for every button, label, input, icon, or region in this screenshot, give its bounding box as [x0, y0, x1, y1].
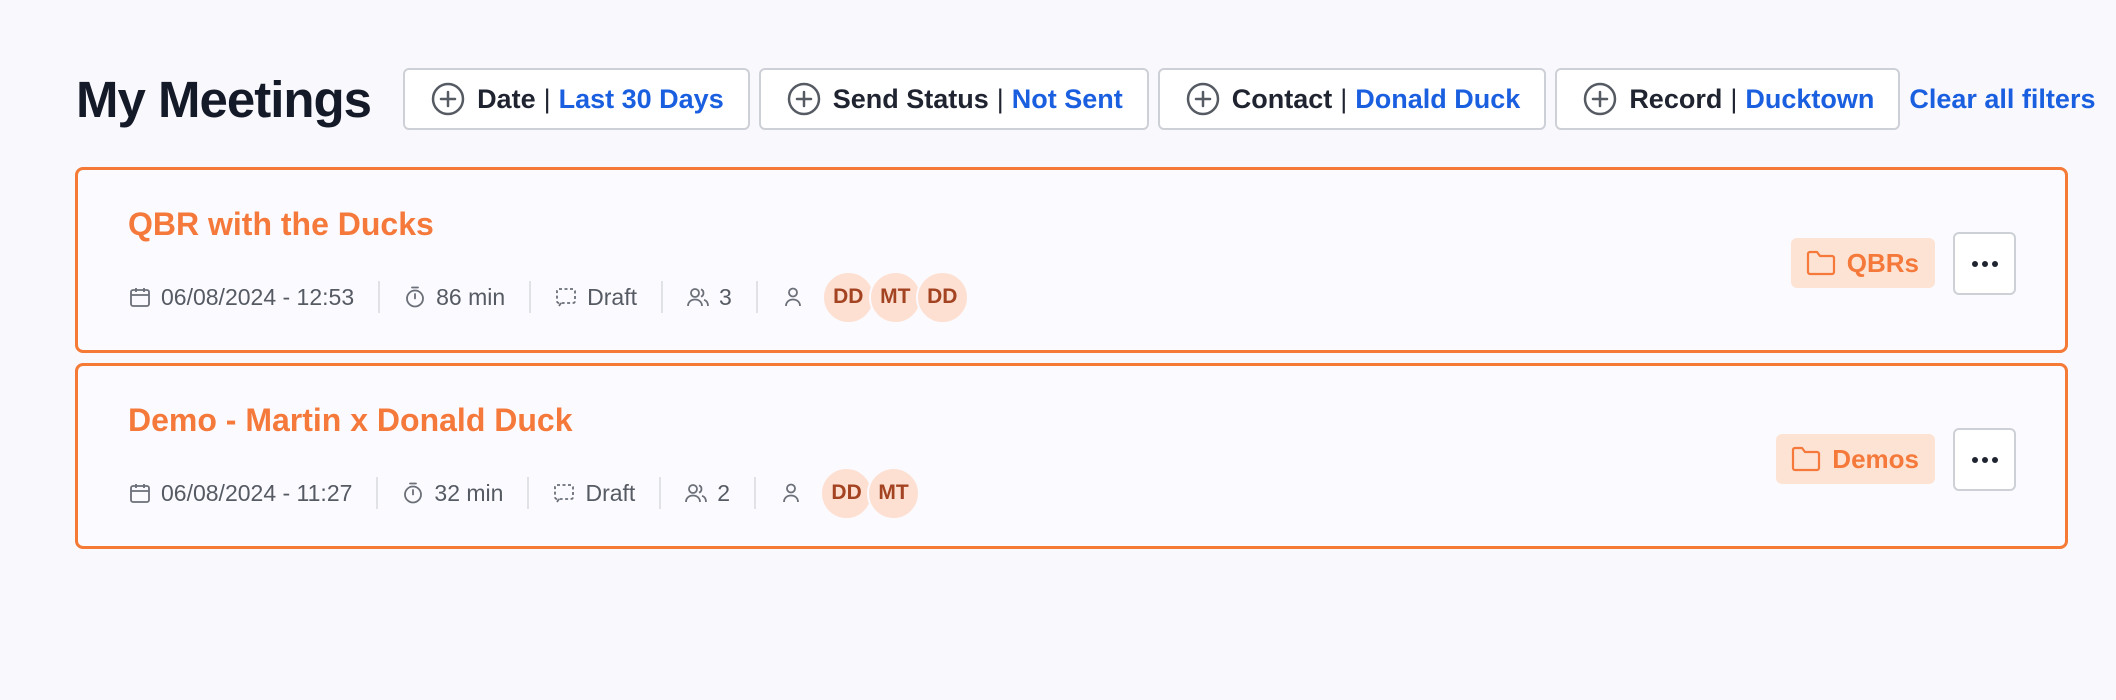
stopwatch-icon [406, 286, 425, 308]
filter-record[interactable]: Record | Ducktown [1555, 68, 1901, 130]
meeting-duration-text: 86 min [436, 283, 506, 310]
plus-circle-icon [431, 82, 465, 116]
filter-value: Not Sent [1011, 83, 1123, 114]
meeting-date: 06/08/2024 - 11:27 [129, 480, 352, 507]
avatar[interactable]: DD [821, 270, 875, 324]
folder-icon [1806, 250, 1835, 276]
meeting-attendees: DD MT DD [782, 270, 969, 324]
meeting-participants: 3 [687, 284, 732, 311]
draft-icon [556, 288, 577, 307]
page-title: My Meetings [76, 70, 372, 128]
meeting-duration: 32 min [402, 480, 503, 507]
filter-value: Ducktown [1745, 83, 1875, 114]
divider [376, 477, 379, 509]
meeting-title[interactable]: Demo - Martin x Donald Duck [128, 402, 573, 439]
filter-name: Contact [1231, 83, 1333, 114]
folder-tag[interactable]: QBRs [1790, 238, 1935, 288]
page-header: My Meetings Date | Last 30 Days Send Statu… [76, 66, 2095, 132]
participant-count: 3 [719, 283, 732, 310]
divider [661, 281, 663, 313]
more-horizontal-icon [1971, 260, 1998, 267]
filter-name: Send Status [832, 83, 989, 114]
filter-name: Date [477, 83, 536, 114]
more-horizontal-icon [1971, 456, 1998, 463]
plus-circle-icon [1186, 82, 1220, 116]
avatar[interactable]: DD [820, 466, 874, 520]
folder-tag-label: Demos [1832, 443, 1919, 474]
meeting-datetime: 06/08/2024 - 12:53 [161, 283, 355, 310]
meeting-meta: 06/08/2024 - 12:53 86 min Draft 3 DD MT … [129, 270, 969, 324]
divider [659, 477, 662, 509]
meeting-duration: 86 min [404, 284, 505, 311]
calendar-icon [130, 484, 150, 503]
stopwatch-icon [404, 482, 423, 504]
filter-send-status[interactable]: Send Status | Not Sent [758, 68, 1149, 130]
meeting-attendees: DD MT [780, 466, 921, 520]
plus-circle-icon [787, 82, 820, 116]
filter-value: Donald Duck [1355, 83, 1521, 114]
meeting-status-text: Draft [587, 283, 637, 310]
divider [754, 477, 757, 509]
folder-icon [1792, 446, 1821, 472]
folder-tag[interactable]: Demos [1776, 434, 1935, 484]
participant-count: 2 [717, 479, 731, 506]
avatar[interactable]: MT [867, 466, 921, 520]
filter-date[interactable]: Date | Last 30 Days [403, 68, 750, 130]
users-icon [687, 288, 709, 307]
more-options-button[interactable] [1953, 232, 2016, 295]
avatar[interactable]: DD [915, 270, 969, 324]
users-icon [685, 484, 708, 503]
meeting-status: Draft [555, 284, 637, 311]
filter-separator: | [1730, 83, 1738, 114]
meeting-status: Draft [553, 480, 635, 507]
attendee-avatars: DD MT [820, 466, 921, 520]
divider [755, 281, 758, 313]
avatar[interactable]: MT [868, 270, 922, 324]
divider [527, 477, 530, 509]
meeting-date: 06/08/2024 - 12:53 [129, 284, 354, 311]
folder-tag-label: QBRs [1846, 247, 1919, 278]
meeting-duration-text: 32 min [434, 479, 504, 506]
filter-separator: | [1340, 83, 1348, 114]
filter-name: Record [1629, 83, 1723, 114]
filter-value: Last 30 Days [558, 83, 724, 114]
meeting-meta: 06/08/2024 - 11:27 32 min Draft 2 DD MT [129, 466, 921, 520]
meeting-title[interactable]: QBR with the Ducks [128, 206, 434, 243]
user-icon [783, 483, 799, 503]
filter-separator: | [543, 83, 551, 114]
more-options-button[interactable] [1953, 428, 2016, 491]
meeting-datetime: 06/08/2024 - 11:27 [161, 479, 353, 506]
meeting-card[interactable]: Demo - Martin x Donald Duck 06/08/2024 -… [75, 363, 2068, 549]
divider [378, 281, 381, 313]
plus-circle-icon [1584, 82, 1617, 116]
calendar-icon [130, 288, 150, 307]
filter-separator: | [996, 83, 1004, 114]
attendee-avatars: DD MT DD [821, 270, 969, 324]
meeting-participants: 2 [685, 480, 730, 507]
filter-contact[interactable]: Contact | Donald Duck [1157, 68, 1547, 130]
draft-icon [554, 484, 575, 503]
user-icon [784, 287, 801, 307]
meeting-status-text: Draft [585, 479, 636, 506]
clear-all-filters-link[interactable]: Clear all filters [1909, 84, 2095, 115]
meeting-card[interactable]: QBR with the Ducks 06/08/2024 - 12:53 86… [75, 167, 2068, 353]
divider [529, 281, 532, 313]
